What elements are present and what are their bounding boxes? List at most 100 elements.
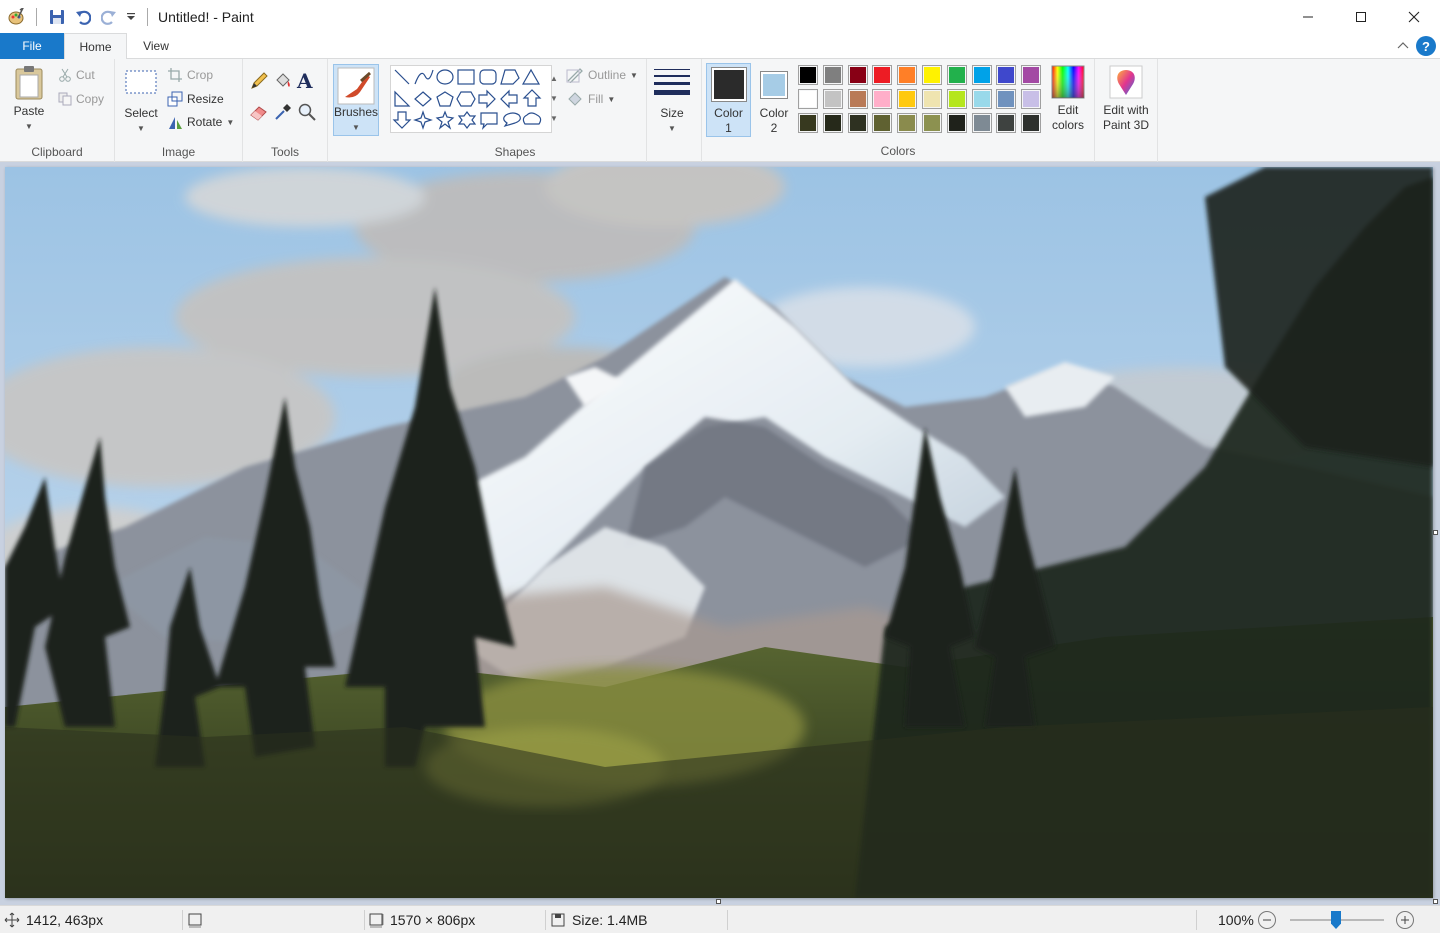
shape-callout-oval-icon[interactable] xyxy=(503,112,521,128)
palette-swatch[interactable] xyxy=(872,65,893,85)
select-button[interactable]: Select ▼ xyxy=(121,67,161,136)
palette-swatch[interactable] xyxy=(971,113,992,133)
palette-swatch[interactable] xyxy=(996,89,1017,109)
expand-gallery-icon[interactable]: ▼ xyxy=(549,109,559,129)
size-button[interactable]: Size ▼ xyxy=(650,67,694,136)
palette-swatch[interactable] xyxy=(996,65,1017,85)
palette-swatch[interactable] xyxy=(946,113,967,133)
shape-triangle-icon[interactable] xyxy=(521,68,541,85)
crop-button[interactable]: Crop xyxy=(167,65,213,85)
minimize-button[interactable] xyxy=(1281,0,1334,33)
palette-swatch[interactable] xyxy=(847,113,868,133)
chevron-down-icon[interactable]: ▼ xyxy=(549,89,559,109)
shapes-scroll[interactable]: ▲ ▼ ▼ xyxy=(549,69,559,129)
palette-swatch[interactable] xyxy=(798,65,818,85)
zoom-in-button[interactable] xyxy=(1396,911,1414,929)
zoom-slider-thumb[interactable] xyxy=(1331,911,1341,929)
shape-star4-icon[interactable] xyxy=(413,110,433,130)
paste-button[interactable]: Paste ▼ xyxy=(8,65,50,134)
shape-rounded-rectangle-icon[interactable] xyxy=(479,69,497,85)
shape-callout-rect-icon[interactable] xyxy=(480,112,498,130)
copy-button[interactable]: Copy xyxy=(58,89,104,109)
palette-swatch[interactable] xyxy=(847,89,868,109)
palette-swatch[interactable] xyxy=(872,113,893,133)
landscape-painting[interactable] xyxy=(5,167,1433,898)
shape-arrow-right-icon[interactable] xyxy=(478,89,496,109)
palette-swatch[interactable] xyxy=(897,89,918,109)
resize-button[interactable]: Resize xyxy=(167,89,224,109)
color1-button[interactable]: Color 1 xyxy=(706,63,751,137)
fill-bucket-icon[interactable] xyxy=(273,71,297,94)
shape-right-triangle-icon[interactable] xyxy=(394,90,411,107)
tab-view[interactable]: View xyxy=(127,33,185,59)
palette-swatch[interactable] xyxy=(822,113,843,133)
shape-arrow-left-icon[interactable] xyxy=(500,89,518,109)
color2-button[interactable]: Color 2 xyxy=(755,63,793,137)
tab-home[interactable]: Home xyxy=(64,33,127,60)
undo-icon[interactable] xyxy=(73,7,93,27)
tab-file[interactable]: File xyxy=(0,33,64,59)
canvas-workspace[interactable] xyxy=(0,162,1440,905)
shape-pentagon-icon[interactable] xyxy=(436,91,454,107)
edit-with-paint3d-button[interactable]: Edit with Paint 3D xyxy=(1100,65,1152,133)
drawing-canvas[interactable] xyxy=(5,167,1433,898)
shape-arrow-up-icon[interactable] xyxy=(522,89,542,107)
rotate-button[interactable]: Rotate ▼ xyxy=(167,112,234,132)
color-spectrum-icon xyxy=(1051,65,1085,99)
text-icon[interactable]: A xyxy=(297,71,321,94)
palette-swatch[interactable] xyxy=(1021,113,1042,133)
palette-swatch[interactable] xyxy=(946,89,967,109)
resize-handle-corner[interactable] xyxy=(1433,899,1438,904)
chevron-up-icon[interactable]: ▲ xyxy=(549,69,559,89)
help-icon[interactable]: ? xyxy=(1416,36,1436,56)
shape-rectangle-icon[interactable] xyxy=(457,69,475,85)
eraser-icon[interactable] xyxy=(249,102,273,125)
save-icon[interactable] xyxy=(47,7,67,27)
cut-button[interactable]: Cut xyxy=(58,65,95,85)
status-divider xyxy=(545,910,546,930)
maximize-button[interactable] xyxy=(1334,0,1387,33)
chevron-up-icon[interactable] xyxy=(1396,39,1410,53)
shape-oval-icon[interactable] xyxy=(436,69,454,85)
resize-handle-right[interactable] xyxy=(1433,530,1438,535)
palette-swatch[interactable] xyxy=(1021,89,1042,109)
palette-swatch[interactable] xyxy=(922,113,942,133)
resize-handle-bottom[interactable] xyxy=(716,899,721,904)
palette-swatch[interactable] xyxy=(1021,65,1042,85)
palette-swatch[interactable] xyxy=(798,89,818,109)
outline-button[interactable]: Outline ▼ xyxy=(566,65,638,85)
redo-icon[interactable] xyxy=(99,7,119,27)
shape-hexagon-icon[interactable] xyxy=(456,91,476,107)
palette-swatch[interactable] xyxy=(897,113,918,133)
palette-swatch[interactable] xyxy=(897,65,918,85)
shape-line-icon[interactable] xyxy=(394,69,410,85)
shape-star5-icon[interactable] xyxy=(435,110,455,130)
brushes-button[interactable]: Brushes ▼ xyxy=(333,64,379,136)
shape-arrow-down-icon[interactable] xyxy=(392,111,412,129)
palette-swatch[interactable] xyxy=(922,89,942,109)
paint-app-icon[interactable] xyxy=(6,7,26,27)
customize-qat-icon[interactable] xyxy=(125,7,137,27)
fill-button[interactable]: Fill ▼ xyxy=(566,89,615,109)
palette-swatch[interactable] xyxy=(872,89,893,109)
zoom-out-button[interactable] xyxy=(1258,911,1276,929)
palette-swatch[interactable] xyxy=(971,89,992,109)
shape-star6-icon[interactable] xyxy=(457,111,477,129)
palette-swatch[interactable] xyxy=(822,65,843,85)
pencil-icon[interactable] xyxy=(249,71,273,94)
shape-curve-icon[interactable] xyxy=(414,69,434,85)
close-button[interactable] xyxy=(1387,0,1440,33)
color-picker-icon[interactable] xyxy=(273,102,297,125)
palette-swatch[interactable] xyxy=(971,65,992,85)
shape-polygon-icon[interactable] xyxy=(500,69,520,85)
shape-callout-cloud-icon[interactable] xyxy=(522,112,542,125)
edit-colors-button[interactable]: Edit colors xyxy=(1048,65,1088,133)
palette-swatch[interactable] xyxy=(946,65,967,85)
palette-swatch[interactable] xyxy=(996,113,1017,133)
magnifier-icon[interactable] xyxy=(297,102,321,125)
palette-swatch[interactable] xyxy=(847,65,868,85)
palette-swatch[interactable] xyxy=(822,89,843,109)
palette-swatch[interactable] xyxy=(798,113,818,133)
palette-swatch[interactable] xyxy=(922,65,942,85)
shape-diamond-icon[interactable] xyxy=(414,91,432,107)
